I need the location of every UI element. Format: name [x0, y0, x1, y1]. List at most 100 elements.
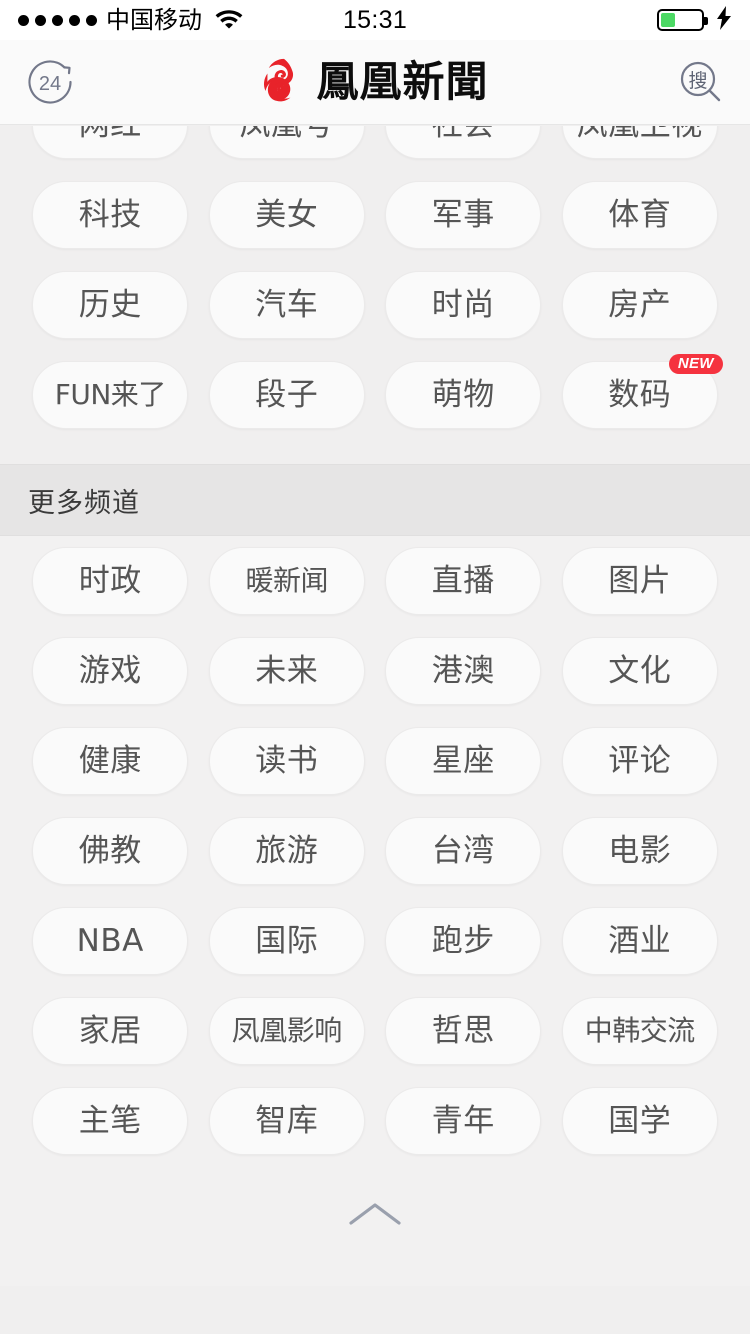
channel-cell: 直播	[375, 536, 552, 626]
channel-chip[interactable]: 中韩交流	[561, 997, 718, 1065]
channel-cell: 时尚	[375, 260, 552, 350]
channel-cell: 美女	[199, 170, 376, 260]
new-badge: NEW	[668, 354, 723, 374]
channel-chip[interactable]: 体育	[561, 181, 718, 249]
channel-chip-label: 游戏	[78, 652, 142, 689]
channel-chip-label: 中韩交流	[584, 1014, 696, 1047]
channel-chip[interactable]: NBA	[32, 907, 189, 975]
channel-chip[interactable]: 网红	[32, 126, 189, 159]
collapse-button[interactable]	[0, 1166, 750, 1262]
phoenix-swirl-logo	[261, 57, 307, 108]
channel-chip-label: 电影	[608, 832, 672, 869]
channel-chip[interactable]: 星座	[385, 727, 542, 795]
channel-chip[interactable]: 汽车	[208, 271, 365, 339]
channel-chip[interactable]: 科技	[32, 181, 189, 249]
channel-chip[interactable]: 评论	[561, 727, 718, 795]
channel-chip[interactable]: 台湾	[385, 817, 542, 885]
channel-chip-label: 台湾	[431, 832, 495, 869]
channel-cell: 哲思	[375, 986, 552, 1076]
channel-chip[interactable]: 历史	[32, 271, 189, 339]
channel-chip-label: 段子	[255, 376, 319, 413]
channel-chip[interactable]: 智库	[208, 1087, 365, 1155]
channel-chip[interactable]: 时政	[32, 547, 189, 615]
channel-chip-label: 科技	[78, 196, 142, 233]
search-icon: 搜	[680, 61, 721, 102]
channel-chip[interactable]: 旅游	[208, 817, 365, 885]
channel-chip[interactable]: 青年	[385, 1087, 542, 1155]
channel-chip-label: 青年	[431, 1102, 495, 1139]
channel-chip[interactable]: 国际	[208, 907, 365, 975]
channel-chip[interactable]: 佛教	[32, 817, 189, 885]
channel-chip[interactable]: 数码 NEW	[561, 354, 723, 429]
channel-chip-label: 文化	[608, 652, 672, 689]
channel-chip-label: 国学	[608, 1102, 672, 1139]
channel-chip[interactable]: 萌物	[385, 361, 542, 429]
status-bar: 中国移动 15:31	[0, 0, 750, 40]
channel-chip[interactable]: 读书	[208, 727, 365, 795]
channel-cell: 主笔	[22, 1076, 199, 1166]
channel-chip[interactable]: 暖新闻	[208, 547, 365, 615]
channel-chip[interactable]: 酒业	[561, 907, 718, 975]
channel-chip-label: 读书	[255, 742, 319, 779]
channel-chip[interactable]: 文化	[561, 637, 718, 705]
channel-chip-label: 美女	[255, 196, 319, 233]
channel-chip-label: 凤凰影响	[231, 1014, 343, 1047]
channel-cell: 社会	[375, 126, 552, 159]
channel-scroll-area[interactable]: 网红凤凰号 社会 凤凰卫视 科技 美女 军事体育历史 汽车 时尚 房产 FUN来了 段子 萌物 数码N…	[0, 126, 750, 1334]
channel-cell: NBA	[22, 896, 199, 986]
channel-cell: 房产	[552, 260, 729, 350]
channel-chip[interactable]: 军事	[385, 181, 542, 249]
24-hour-button[interactable]: 24	[18, 50, 82, 114]
channel-cell: 游戏	[22, 626, 199, 716]
channel-chip[interactable]: 社会	[385, 126, 542, 159]
channel-chip-label: 时尚	[431, 286, 495, 323]
channel-chip[interactable]: 家居	[32, 997, 189, 1065]
app-screen: 中国移动 15:31 24 鳳凰新聞 搜 科技 美女 军事 体育 历史 汽车 时…	[0, 0, 750, 1334]
search-button[interactable]: 搜	[668, 50, 732, 114]
channel-chip[interactable]: 港澳	[385, 637, 542, 705]
channel-chip[interactable]: 哲思	[385, 997, 542, 1065]
channel-chip[interactable]: 美女	[208, 181, 365, 249]
channel-chip-label: 房产	[608, 286, 672, 323]
channel-chip-label: 图片	[608, 562, 672, 599]
channel-chip[interactable]: FUN来了	[32, 361, 189, 429]
channel-chip-label: 酒业	[608, 922, 672, 959]
channel-cell: 智库	[199, 1076, 376, 1166]
channel-cell: 星座	[375, 716, 552, 806]
channel-chip-label: 健康	[78, 742, 142, 779]
channel-chip-label: 时政	[78, 562, 142, 599]
channel-cell: 凤凰号	[199, 126, 376, 159]
channel-chip-label: 萌物	[431, 376, 495, 413]
status-bar-right	[657, 5, 732, 35]
channel-chip[interactable]: 凤凰影响	[208, 997, 365, 1065]
channel-chip[interactable]: 直播	[385, 547, 542, 615]
channel-cell: 评论	[552, 716, 729, 806]
my-channels-section: 网红 凤凰号 社会 凤凰卫视 科技 美女 军事 体育历史 汽车 时尚 房产 FUN来了 段子 萌物 数码N…	[0, 126, 750, 464]
channel-chip[interactable]: 游戏	[32, 637, 189, 705]
svg-text:搜: 搜	[688, 70, 707, 92]
channel-chip[interactable]: 凤凰卫视	[561, 126, 718, 159]
channel-chip[interactable]: 电影	[561, 817, 718, 885]
channel-chip[interactable]: 段子	[208, 361, 365, 429]
channel-chip[interactable]: 主笔	[32, 1087, 189, 1155]
channel-chip-label: 跑步	[431, 922, 495, 959]
channel-chip-label: 社会	[432, 126, 495, 141]
battery-icon	[657, 9, 708, 31]
channel-chip[interactable]: 未来	[208, 637, 365, 705]
channel-chip-label: 星座	[431, 742, 495, 779]
channel-chip[interactable]: 图片	[561, 547, 718, 615]
channel-chip[interactable]: 房产	[561, 271, 718, 339]
channel-chip[interactable]: 跑步	[385, 907, 542, 975]
channel-cell: 家居	[22, 986, 199, 1076]
channel-chip-label: 哲思	[431, 1012, 495, 1049]
channel-chip[interactable]: 时尚	[385, 271, 542, 339]
channel-chip[interactable]: 凤凰号	[208, 126, 365, 159]
channel-chip[interactable]: 国学	[561, 1087, 718, 1155]
channel-chip-label: 历史	[78, 286, 142, 323]
signal-dot	[18, 14, 29, 26]
channel-chip-label: 汽车	[255, 286, 319, 323]
24-hour-label: 24	[39, 73, 61, 95]
channel-cell: 军事	[375, 170, 552, 260]
channel-chip-label: 评论	[608, 742, 672, 779]
channel-chip[interactable]: 健康	[32, 727, 189, 795]
